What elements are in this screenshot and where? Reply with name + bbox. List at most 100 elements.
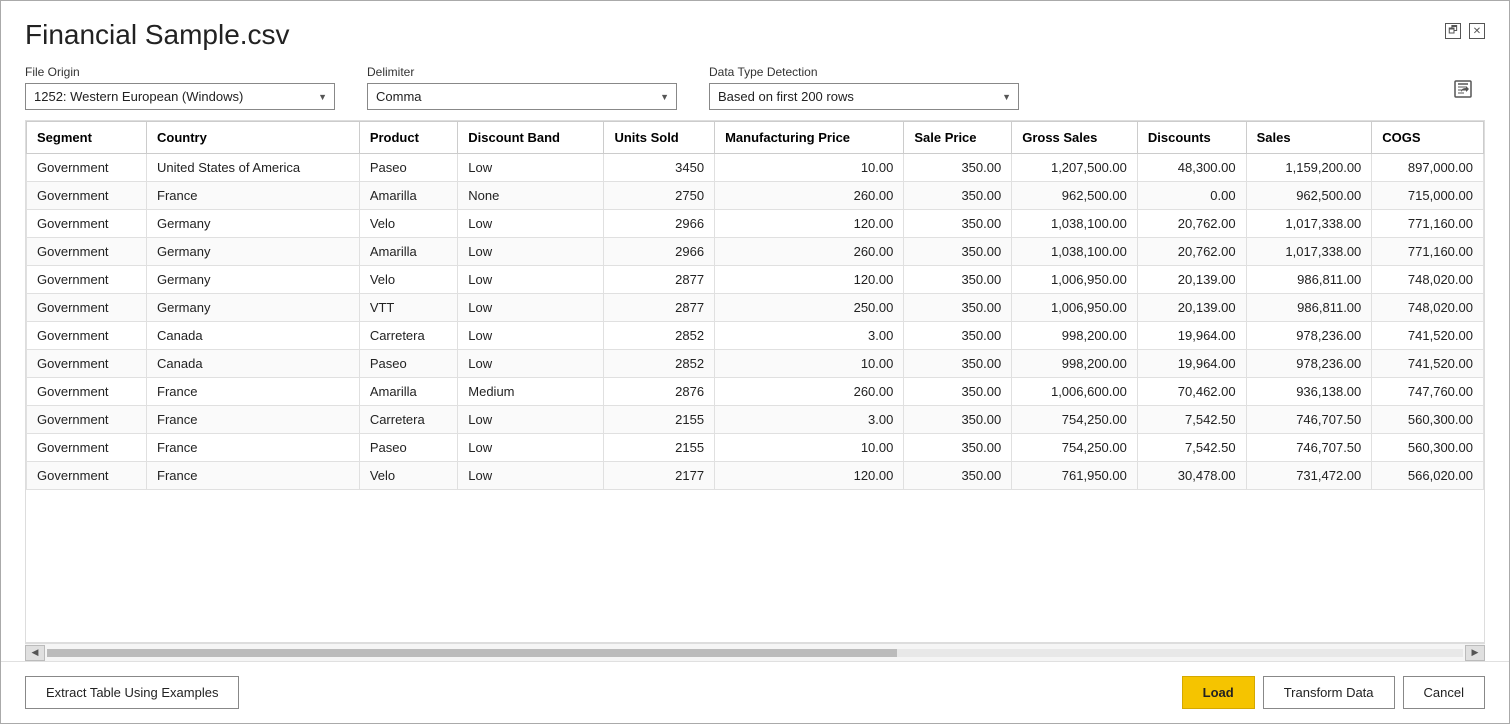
title-bar: Financial Sample.csv 🗗 ✕ bbox=[1, 1, 1509, 59]
table-cell: 120.00 bbox=[715, 462, 904, 490]
table-cell: 350.00 bbox=[904, 266, 1012, 294]
table-cell: Carretera bbox=[359, 406, 457, 434]
table-cell: 260.00 bbox=[715, 238, 904, 266]
scroll-left-arrow[interactable]: ◀ bbox=[25, 645, 45, 661]
table-cell: 19,964.00 bbox=[1137, 350, 1246, 378]
table-cell: 1,006,600.00 bbox=[1012, 378, 1138, 406]
table-cell: 2852 bbox=[604, 322, 715, 350]
table-row: GovernmentGermanyVeloLow2966120.00350.00… bbox=[27, 210, 1484, 238]
table-cell: France bbox=[147, 462, 360, 490]
table-cell: 731,472.00 bbox=[1246, 462, 1372, 490]
table-cell: Canada bbox=[147, 350, 360, 378]
refresh-button[interactable] bbox=[1453, 79, 1473, 110]
table-cell: 20,762.00 bbox=[1137, 210, 1246, 238]
table-cell: 10.00 bbox=[715, 434, 904, 462]
delimiter-select[interactable]: CommaTabSemicolonSpaceColon bbox=[367, 83, 677, 110]
column-header-segment: Segment bbox=[27, 122, 147, 154]
table-cell: Government bbox=[27, 154, 147, 182]
cancel-button[interactable]: Cancel bbox=[1403, 676, 1485, 709]
table-cell: Amarilla bbox=[359, 238, 457, 266]
delimiter-label: Delimiter bbox=[367, 65, 677, 79]
file-origin-group: File Origin 1252: Western European (Wind… bbox=[25, 65, 335, 110]
table-cell: 7,542.50 bbox=[1137, 434, 1246, 462]
table-cell: 7,542.50 bbox=[1137, 406, 1246, 434]
footer: Extract Table Using Examples Load Transf… bbox=[1, 661, 1509, 723]
table-cell: 350.00 bbox=[904, 350, 1012, 378]
table-cell: Paseo bbox=[359, 154, 457, 182]
column-header-discount-band: Discount Band bbox=[458, 122, 604, 154]
table-row: GovernmentFrancePaseoLow215510.00350.007… bbox=[27, 434, 1484, 462]
table-cell: 962,500.00 bbox=[1246, 182, 1372, 210]
table-cell: 120.00 bbox=[715, 210, 904, 238]
table-cell: 20,139.00 bbox=[1137, 266, 1246, 294]
table-cell: Government bbox=[27, 210, 147, 238]
table-cell: 260.00 bbox=[715, 378, 904, 406]
scroll-right-arrow[interactable]: ▶ bbox=[1465, 645, 1485, 661]
table-cell: 350.00 bbox=[904, 406, 1012, 434]
table-cell: 897,000.00 bbox=[1372, 154, 1484, 182]
table-cell: 2876 bbox=[604, 378, 715, 406]
table-cell: 350.00 bbox=[904, 238, 1012, 266]
column-header-cogs: COGS bbox=[1372, 122, 1484, 154]
table-cell: Amarilla bbox=[359, 182, 457, 210]
restore-button[interactable]: 🗗 bbox=[1445, 23, 1461, 39]
table-cell: Medium bbox=[458, 378, 604, 406]
dialog: Financial Sample.csv 🗗 ✕ File Origin 125… bbox=[0, 0, 1510, 724]
table-cell: 3.00 bbox=[715, 322, 904, 350]
table-cell: Velo bbox=[359, 210, 457, 238]
table-cell: Velo bbox=[359, 462, 457, 490]
table-cell: VTT bbox=[359, 294, 457, 322]
transform-data-button[interactable]: Transform Data bbox=[1263, 676, 1395, 709]
table-row: GovernmentFranceVeloLow2177120.00350.007… bbox=[27, 462, 1484, 490]
extract-table-button[interactable]: Extract Table Using Examples bbox=[25, 676, 239, 709]
table-cell: 1,006,950.00 bbox=[1012, 266, 1138, 294]
table-cell: Government bbox=[27, 406, 147, 434]
table-cell: France bbox=[147, 182, 360, 210]
file-origin-label: File Origin bbox=[25, 65, 335, 79]
table-cell: 350.00 bbox=[904, 322, 1012, 350]
table-cell: 350.00 bbox=[904, 378, 1012, 406]
table-cell: Paseo bbox=[359, 434, 457, 462]
table-cell: 2852 bbox=[604, 350, 715, 378]
table-cell: 350.00 bbox=[904, 182, 1012, 210]
delimiter-wrapper: CommaTabSemicolonSpaceColon bbox=[367, 83, 677, 110]
table-row: GovernmentCanadaPaseoLow285210.00350.009… bbox=[27, 350, 1484, 378]
table-cell: Low bbox=[458, 462, 604, 490]
table-cell: Low bbox=[458, 266, 604, 294]
table-cell: 350.00 bbox=[904, 434, 1012, 462]
table-cell: 19,964.00 bbox=[1137, 322, 1246, 350]
close-button[interactable]: ✕ bbox=[1469, 23, 1485, 39]
table-cell: 250.00 bbox=[715, 294, 904, 322]
table-cell: France bbox=[147, 406, 360, 434]
scroll-track bbox=[47, 649, 1463, 657]
load-button[interactable]: Load bbox=[1182, 676, 1255, 709]
column-header-country: Country bbox=[147, 122, 360, 154]
table-cell: 2966 bbox=[604, 238, 715, 266]
table-cell: Low bbox=[458, 322, 604, 350]
table-cell: Low bbox=[458, 350, 604, 378]
table-cell: 2155 bbox=[604, 406, 715, 434]
table-cell: Carretera bbox=[359, 322, 457, 350]
table-row: GovernmentFranceAmarillaNone2750260.0035… bbox=[27, 182, 1484, 210]
table-cell: 754,250.00 bbox=[1012, 434, 1138, 462]
delimiter-group: Delimiter CommaTabSemicolonSpaceColon bbox=[367, 65, 677, 110]
table-cell: France bbox=[147, 378, 360, 406]
table-cell: Germany bbox=[147, 266, 360, 294]
data-type-select[interactable]: Based on first 200 rowsBased on entire d… bbox=[709, 83, 1019, 110]
table-container[interactable]: SegmentCountryProductDiscount BandUnits … bbox=[25, 120, 1485, 643]
window-controls: 🗗 ✕ bbox=[1445, 23, 1485, 39]
table-cell: 2877 bbox=[604, 266, 715, 294]
file-origin-select[interactable]: 1252: Western European (Windows)UTF-8UTF… bbox=[25, 83, 335, 110]
table-cell: Velo bbox=[359, 266, 457, 294]
column-header-units-sold: Units Sold bbox=[604, 122, 715, 154]
table-cell: None bbox=[458, 182, 604, 210]
table-cell: 2177 bbox=[604, 462, 715, 490]
horizontal-scrollbar[interactable]: ◀ ▶ bbox=[25, 643, 1485, 661]
table-cell: 998,200.00 bbox=[1012, 322, 1138, 350]
table-cell: 48,300.00 bbox=[1137, 154, 1246, 182]
table-cell: 986,811.00 bbox=[1246, 294, 1372, 322]
column-header-discounts: Discounts bbox=[1137, 122, 1246, 154]
table-cell: 2155 bbox=[604, 434, 715, 462]
table-cell: 962,500.00 bbox=[1012, 182, 1138, 210]
table-cell: 120.00 bbox=[715, 266, 904, 294]
